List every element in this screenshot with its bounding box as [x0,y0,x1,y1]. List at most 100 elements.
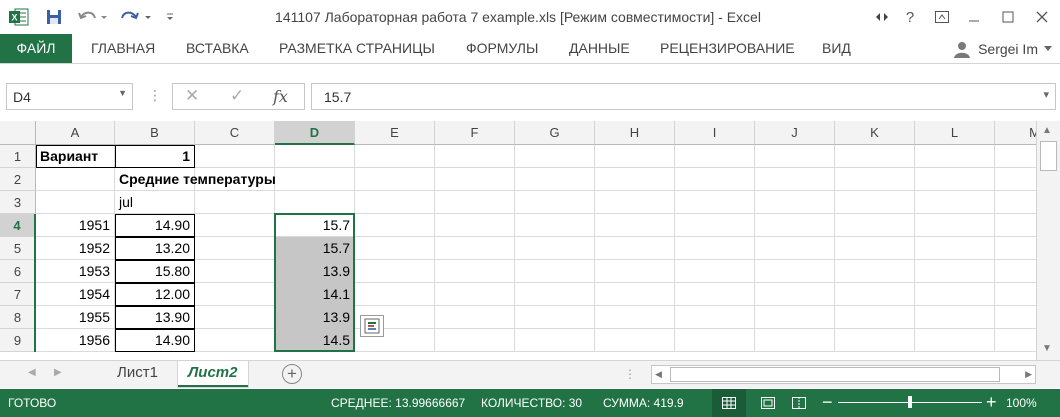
zoom-out-icon[interactable]: − [822,392,833,413]
chevron-down-icon[interactable]: ▼ [118,88,127,98]
tab-page-layout[interactable]: РАЗМЕТКА СТРАНИЦЫ [279,34,435,63]
gridline [674,145,675,352]
minimize-icon[interactable] [962,6,986,28]
cell-a5[interactable]: 1952 [36,237,114,260]
close-icon[interactable] [1030,6,1054,28]
worksheet-grid[interactable]: A B C D E F G H I J K L M 1 2 3 4 5 6 7 8 9 Вариант 1 Средние те… [0,121,1036,360]
ribbon-display-options-icon[interactable] [930,6,954,28]
user-account[interactable]: Sergei Im [952,34,1052,63]
gridline [834,145,835,352]
scroll-sheets-left-icon[interactable]: ◀ [28,367,36,378]
row-header-3[interactable]: 3 [0,191,36,214]
tab-data[interactable]: ДАННЫЕ [569,34,630,63]
ribbon-tabs: ФАЙЛ ГЛАВНАЯ ВСТАВКА РАЗМЕТКА СТРАНИЦЫ Ф… [0,34,1060,64]
cell-b4[interactable]: 14.90 [115,214,194,237]
cell-a7[interactable]: 1954 [36,283,114,306]
status-count: КОЛИЧЕСТВО: 30 [481,396,583,410]
zoom-in-icon[interactable]: + [986,392,997,413]
cell-b3[interactable]: jul [115,191,194,214]
cell-a4[interactable]: 1951 [36,214,114,237]
cell-b2[interactable]: Средние температуры [115,168,355,191]
sheet-tab-1[interactable]: Лист1 [107,361,168,387]
row-header-5[interactable]: 5 [0,237,36,260]
tab-home[interactable]: ГЛАВНАЯ [91,34,155,63]
horizontal-scroll-thumb[interactable] [670,367,1000,382]
cell-b8[interactable]: 13.90 [115,306,194,329]
cell-b9[interactable]: 14.90 [115,329,194,352]
page-break-view-icon[interactable] [792,397,806,409]
cell-b7[interactable]: 12.00 [115,283,194,306]
cell-b1[interactable]: 1 [115,145,194,168]
user-name: Sergei Im [978,40,1038,57]
scroll-down-icon[interactable]: ▼ [1042,343,1052,354]
add-sheet-icon[interactable]: + [282,364,302,384]
column-header-l[interactable]: L [915,121,995,145]
status-sum: СУММА: 419.9 [603,396,684,410]
row-header-2[interactable]: 2 [0,168,36,191]
name-box-value: D4 [13,89,31,105]
select-all-corner[interactable] [0,121,36,145]
row-header-7[interactable]: 7 [0,283,36,306]
gridline [514,145,515,352]
status-ready: ГОТОВО [8,396,57,410]
zoom-level[interactable]: 100% [1006,396,1037,410]
vertical-scroll-thumb[interactable] [1040,141,1057,171]
cell-b5[interactable]: 13.20 [115,237,194,260]
cell-a1[interactable]: Вариант [36,145,114,168]
column-header-m[interactable]: M [995,121,1036,145]
expand-formula-bar-icon[interactable]: ▾ [1043,88,1049,101]
resize-handle-icon[interactable]: ⋮ [624,367,636,381]
cell-a8[interactable]: 1955 [36,306,114,329]
vertical-scrollbar[interactable]: ▲ ▼ [1036,121,1060,360]
help-icon[interactable]: ? [898,6,922,28]
insert-function-icon[interactable]: fx [273,87,288,106]
column-header-d[interactable]: D [275,121,355,145]
tab-review[interactable]: РЕЦЕНЗИРОВАНИЕ [660,34,795,63]
formula-bar: D4 ▼ ⋮ ✕ ✓ fx 15.7 ▾ [0,78,1060,116]
enter-icon[interactable]: ✓ [230,86,244,106]
sheet-tab-2[interactable]: Лист2 [178,361,248,387]
column-header-j[interactable]: J [755,121,835,145]
tab-file[interactable]: ФАЙЛ [0,34,72,63]
scroll-sheets-right-icon[interactable]: ▶ [54,367,62,378]
formula-input[interactable]: 15.7 ▾ [311,83,1056,110]
zoom-slider[interactable] [838,396,982,408]
scroll-right-icon[interactable]: ▶ [1025,369,1032,380]
row-header-1[interactable]: 1 [0,145,36,168]
zoom-slider-thumb[interactable] [908,396,912,408]
gridline [914,145,915,352]
cancel-icon[interactable]: ✕ [185,86,199,106]
column-header-g[interactable]: G [515,121,595,145]
horizontal-scrollbar[interactable]: ◀ ▶ [651,365,1036,384]
column-header-a[interactable]: A [36,121,115,145]
row-header-4[interactable]: 4 [0,214,36,237]
cell-b6[interactable]: 15.80 [115,260,194,283]
column-header-h[interactable]: H [595,121,675,145]
column-header-f[interactable]: F [435,121,515,145]
tab-insert[interactable]: ВСТАВКА [186,34,249,63]
restore-icon[interactable] [996,6,1020,28]
selection-outline [274,213,355,352]
row-header-8[interactable]: 8 [0,306,36,329]
row-header-9[interactable]: 9 [0,329,36,352]
tab-formulas[interactable]: ФОРМУЛЫ [466,34,538,63]
user-avatar-icon [954,41,971,58]
normal-view-button[interactable] [712,389,746,417]
tab-view[interactable]: ВИД [822,34,851,63]
row-header-6[interactable]: 6 [0,260,36,283]
formula-buttons: ✕ ✓ fx [172,83,305,110]
column-header-e[interactable]: E [355,121,435,145]
page-layout-view-icon[interactable] [761,397,775,409]
name-box[interactable]: D4 ▼ [6,83,133,110]
resize-handle-icon[interactable]: ⋮ [148,87,162,104]
column-header-k[interactable]: K [835,121,915,145]
column-header-c[interactable]: C [195,121,275,145]
column-header-b[interactable]: B [115,121,195,145]
quick-analysis-button[interactable] [360,315,384,337]
scroll-up-icon[interactable]: ▲ [1042,125,1052,136]
column-header-i[interactable]: I [675,121,755,145]
cell-a6[interactable]: 1953 [36,260,114,283]
scroll-left-icon[interactable]: ◀ [655,369,662,380]
cell-a9[interactable]: 1956 [36,329,114,352]
fullscreen-icon[interactable] [870,6,894,28]
